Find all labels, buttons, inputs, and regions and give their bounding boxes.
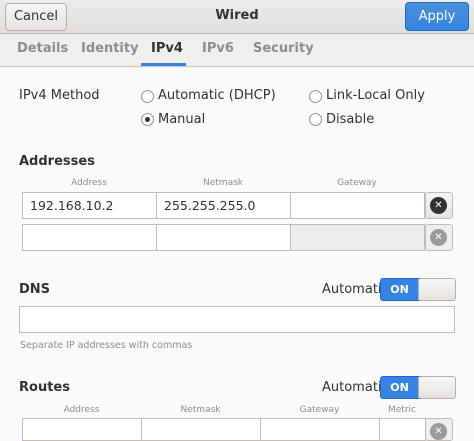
address-column-header: Address	[71, 178, 107, 188]
window-title: Wired	[215, 8, 259, 23]
tab-bar: Details Identity IPv4 IPv6 Security	[0, 34, 474, 67]
netmask-column-header: Netmask	[203, 178, 243, 188]
active-tab-indicator	[141, 63, 186, 66]
tab-ipv6[interactable]: IPv6	[202, 41, 234, 56]
tab-ipv4[interactable]: IPv4	[151, 41, 183, 56]
header-bar: Cancel Wired Apply	[0, 0, 474, 34]
gateway-field[interactable]	[290, 192, 425, 219]
radio-disable[interactable]	[309, 113, 322, 126]
radio-manual[interactable]	[141, 113, 154, 126]
ipv4-method-label: IPv4 Method	[19, 88, 100, 103]
tab-identity[interactable]: Identity	[81, 41, 139, 56]
route-netmask-field[interactable]	[141, 418, 261, 441]
route-metric-column-header: Metric	[388, 405, 416, 415]
delete-route-button[interactable]: ✕	[425, 418, 453, 441]
close-icon: ✕	[430, 229, 447, 246]
radio-disable-label[interactable]: Disable	[326, 112, 374, 127]
address-field[interactable]	[22, 192, 157, 219]
gateway-column-header: Gateway	[337, 178, 377, 188]
route-gateway-field[interactable]	[260, 418, 380, 441]
route-address-column-header: Address	[63, 405, 100, 415]
route-gateway-column-header: Gateway	[299, 405, 340, 415]
dns-hint: Separate IP addresses with commas	[20, 340, 193, 351]
radio-link-local-only-label[interactable]: Link-Local Only	[326, 88, 425, 103]
radio-automatic-dhcp-label[interactable]: Automatic (DHCP)	[158, 88, 276, 103]
radio-manual-label[interactable]: Manual	[158, 112, 205, 127]
gateway-field[interactable]	[290, 224, 425, 251]
routes-heading: Routes	[19, 380, 70, 395]
radio-link-local-only[interactable]	[309, 90, 322, 103]
addresses-heading: Addresses	[19, 154, 95, 169]
netmask-field[interactable]	[156, 192, 291, 219]
address-field[interactable]	[22, 224, 157, 251]
route-netmask-column-header: Netmask	[180, 405, 221, 415]
route-address-field[interactable]	[22, 418, 142, 441]
routes-automatic-switch[interactable]: ON	[380, 376, 456, 399]
dns-heading: DNS	[19, 282, 51, 297]
tab-security[interactable]: Security	[253, 41, 314, 56]
ipv4-page: IPv4 Method Automatic (DHCP) Link-Local …	[0, 68, 474, 441]
switch-knob[interactable]	[418, 376, 456, 399]
routes-automatic-label: Automatic	[322, 380, 389, 395]
close-icon: ✕	[430, 197, 447, 214]
route-metric-field[interactable]	[379, 418, 426, 441]
close-icon: ✕	[430, 423, 447, 440]
netmask-field[interactable]	[156, 224, 291, 251]
dns-automatic-switch[interactable]: ON	[380, 278, 456, 301]
dns-automatic-label: Automatic	[322, 282, 389, 297]
tab-details[interactable]: Details	[17, 41, 68, 56]
switch-on-label: ON	[381, 279, 418, 300]
switch-on-label: ON	[381, 377, 418, 398]
dns-servers-input[interactable]	[19, 306, 455, 333]
delete-address-button[interactable]: ✕	[425, 192, 453, 219]
radio-automatic-dhcp[interactable]	[141, 90, 154, 103]
apply-button[interactable]: Apply	[405, 2, 469, 31]
delete-address-button[interactable]: ✕	[425, 224, 453, 251]
switch-knob[interactable]	[418, 278, 456, 301]
